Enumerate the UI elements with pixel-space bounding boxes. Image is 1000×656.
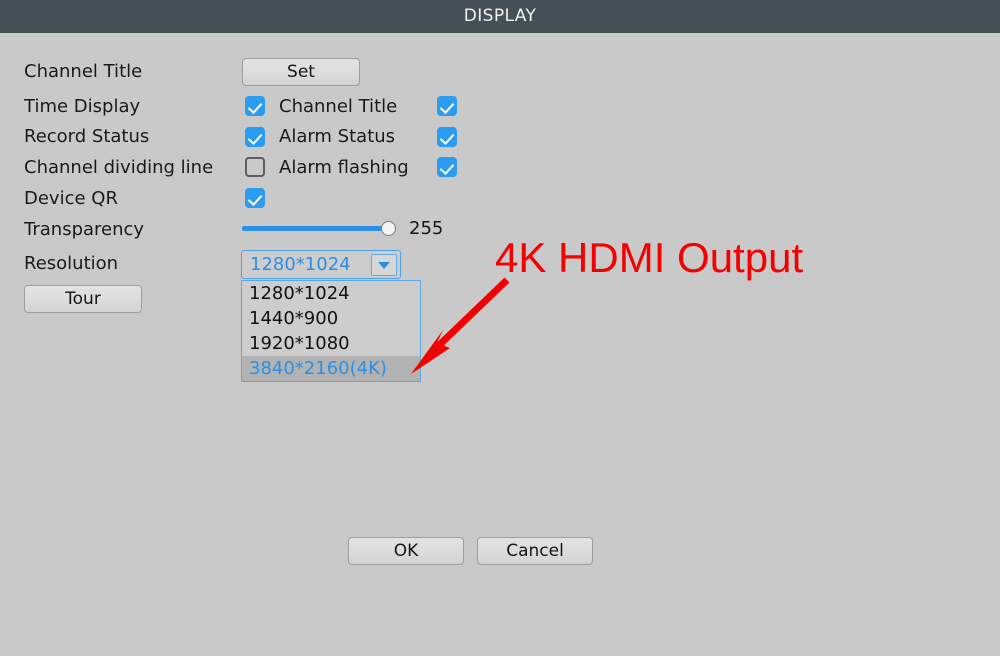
alarm-flashing-label: Alarm flashing [279, 157, 409, 178]
resolution-selected-value: 1280*1024 [250, 254, 351, 275]
transparency-value: 255 [409, 218, 444, 239]
channel-title-label: Channel Title [24, 61, 143, 82]
chevron-down-icon[interactable] [371, 254, 397, 276]
tour-button[interactable]: Tour [24, 285, 142, 313]
record-status-label: Record Status [24, 126, 150, 147]
cancel-button[interactable]: Cancel [477, 537, 593, 565]
transparency-slider-track[interactable] [242, 226, 390, 231]
channel-title-set-button[interactable]: Set [242, 58, 360, 86]
display-settings-dialog: DISPLAY Channel Title Set Time Display C… [0, 0, 1000, 656]
resolution-label: Resolution [24, 253, 119, 274]
ok-button[interactable]: OK [348, 537, 464, 565]
channel-dividing-line-label: Channel dividing line [24, 157, 214, 178]
chevron-down-glyph [378, 262, 390, 269]
record-status-checkbox[interactable] [245, 127, 265, 147]
resolution-option[interactable]: 1440*900 [242, 306, 420, 331]
resolution-combobox[interactable]: 1280*1024 [241, 250, 401, 279]
alarm-flashing-checkbox[interactable] [437, 157, 457, 177]
alarm-status-checkbox[interactable] [437, 127, 457, 147]
time-display-checkbox[interactable] [245, 96, 265, 116]
channel-title-overlay-checkbox[interactable] [437, 96, 457, 116]
transparency-label: Transparency [24, 219, 145, 240]
channel-dividing-line-checkbox[interactable] [245, 157, 265, 177]
window-title: DISPLAY [463, 6, 537, 26]
annotation-text: 4K HDMI Output [495, 234, 804, 281]
alarm-status-label: Alarm Status [279, 126, 396, 147]
transparency-slider-knob[interactable] [381, 221, 396, 236]
device-qr-checkbox[interactable] [245, 188, 265, 208]
title-bar: DISPLAY [0, 0, 1000, 33]
device-qr-label: Device QR [24, 188, 118, 209]
resolution-option-4k[interactable]: 3840*2160(4K) [242, 356, 420, 381]
resolution-option[interactable]: 1280*1024 [242, 281, 420, 306]
channel-title-overlay-label: Channel Title [279, 96, 398, 117]
resolution-option[interactable]: 1920*1080 [242, 331, 420, 356]
time-display-label: Time Display [24, 96, 141, 117]
resolution-dropdown-list[interactable]: 1280*1024 1440*900 1920*1080 3840*2160(4… [241, 280, 421, 382]
